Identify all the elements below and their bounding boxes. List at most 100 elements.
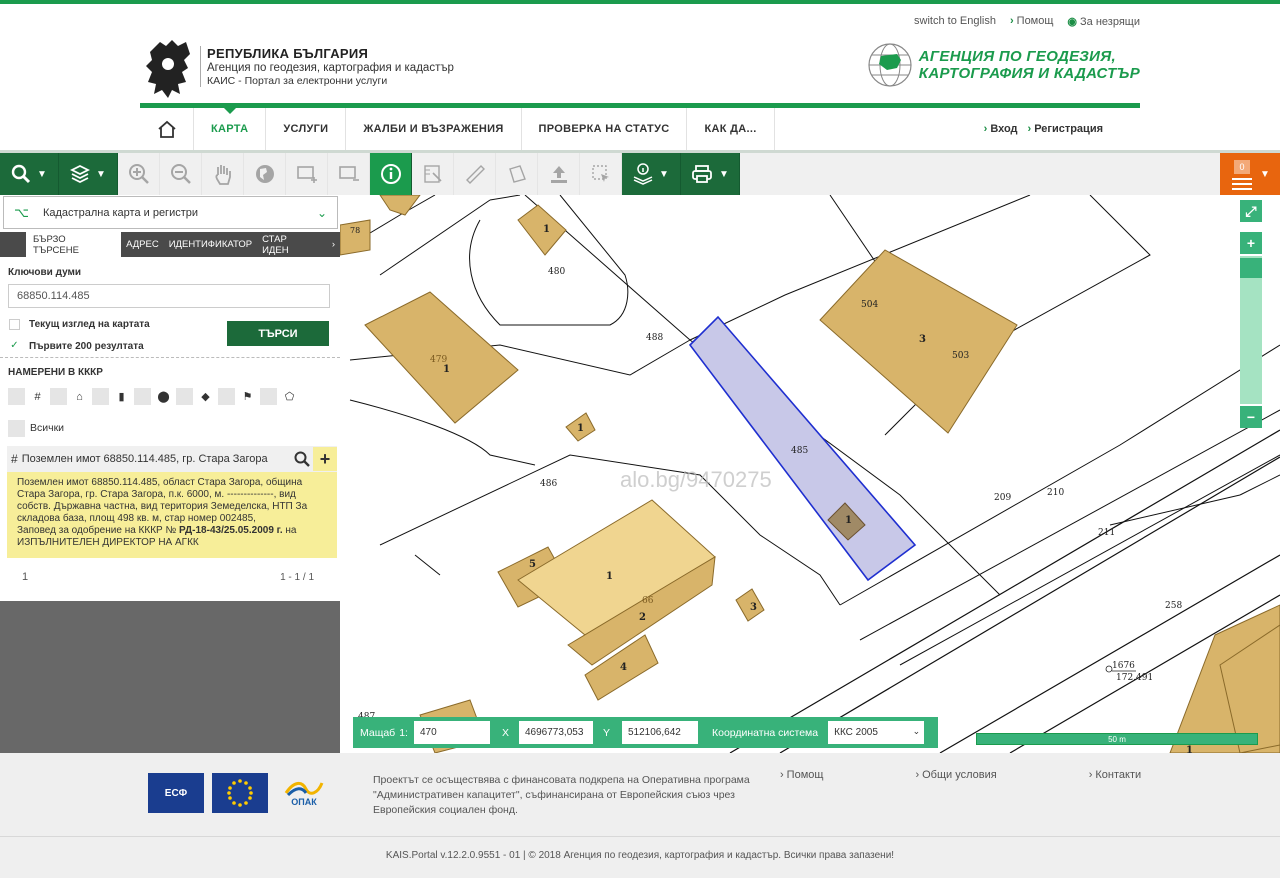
layer-selector[interactable]: ⌥ Кадастрална карта и регистри ⌄	[3, 196, 338, 229]
all-checkbox[interactable]	[8, 420, 25, 437]
tab-quick-search[interactable]: БЪРЗО ТЪРСЕНЕ	[26, 232, 122, 257]
measure-length-tool[interactable]	[454, 153, 496, 195]
filter-toggle[interactable]	[134, 388, 151, 405]
pagination-page[interactable]: 1	[22, 571, 28, 583]
filter-toggle[interactable]	[260, 388, 277, 405]
keywords-input[interactable]: 68850.114.485	[8, 284, 330, 308]
zoom-in-tool[interactable]	[118, 153, 160, 195]
scale-input[interactable]: 470	[413, 721, 490, 744]
current-view-label: Текущ изглед на картата	[29, 319, 150, 330]
footer-terms-link[interactable]: › Общи условия	[915, 769, 1042, 781]
nav-item-how-to[interactable]: КАК ДА...	[687, 108, 775, 150]
zoom-to-result-button[interactable]	[291, 447, 313, 471]
zoom-box-out-tool[interactable]	[328, 153, 370, 195]
login-link[interactable]: › Вход	[984, 123, 1018, 135]
parcel-label: 503	[952, 351, 969, 361]
tabs-next-icon[interactable]: ›	[327, 232, 340, 257]
tab-old-identifier[interactable]: СТАР ИДЕН	[257, 232, 321, 257]
eu-flag-logo	[212, 773, 268, 813]
pan-tool[interactable]	[202, 153, 244, 195]
footer-help-link[interactable]: › Помощ	[780, 769, 869, 781]
filter-toggle[interactable]	[218, 388, 235, 405]
search-icon	[294, 451, 310, 467]
nav-home[interactable]	[140, 108, 194, 150]
first200-checkbox[interactable]: ✓	[9, 341, 20, 352]
switch-language-link[interactable]: switch to English	[914, 15, 996, 28]
accessibility-link[interactable]: ◉ За незрящи	[1067, 15, 1140, 28]
nav-item-services[interactable]: УСЛУГИ	[266, 108, 347, 150]
map-canvas[interactable]: 480 488 504 503 479 485 486 209 210 211 …	[340, 195, 1280, 753]
zoom-in-button[interactable]: +	[1240, 232, 1262, 254]
box-minus-icon	[338, 166, 359, 181]
layer-info-tool[interactable]: ▼	[622, 153, 681, 195]
footer-contacts-link[interactable]: › Контакти	[1089, 769, 1187, 781]
tab-address[interactable]: АДРЕС	[121, 232, 164, 257]
chevron-right-icon: ›	[780, 769, 784, 781]
measure-polygon-tool[interactable]	[496, 153, 538, 195]
building-number: 3	[919, 334, 926, 345]
zoom-box-in-tool[interactable]	[286, 153, 328, 195]
chevron-down-icon: ▼	[37, 168, 47, 180]
zoom-out-tool[interactable]	[160, 153, 202, 195]
coordinate-system-label: Координатна система	[712, 726, 819, 739]
tab-identifier[interactable]: ИДЕНТИФИКАТОР	[164, 232, 257, 257]
zoom-out-button[interactable]: −	[1240, 406, 1262, 428]
parcel-label: 488	[646, 333, 663, 343]
cart-count-badge: 0	[1234, 160, 1251, 174]
filter-toggle[interactable]	[50, 388, 67, 405]
result-type-filters: # ⌂ ▮ ⬤ ◆ ⚑ ⬠	[8, 388, 298, 405]
parcel-label: 258	[1165, 601, 1182, 611]
zoom-slider-handle[interactable]	[1240, 258, 1262, 278]
help-link[interactable]: › Помощ	[1010, 15, 1053, 28]
search-tool-button[interactable]: ▼	[0, 153, 59, 195]
measure-area-tool[interactable]	[412, 153, 454, 195]
filter-toggle[interactable]	[8, 388, 25, 405]
parcel-label: 485	[791, 446, 808, 456]
result-header[interactable]: # Поземлен имот 68850.114.485, гр. Стара…	[7, 446, 337, 472]
zoom-slider[interactable]	[1240, 256, 1262, 404]
search-button[interactable]: ТЪРСИ	[227, 321, 329, 346]
scale-bar-label: 50 m	[1108, 735, 1126, 744]
flag-icon[interactable]: ⚑	[239, 388, 256, 405]
cadastral-map[interactable]: 480 488 504 503 479 485 486 209 210 211 …	[340, 195, 1280, 753]
register-link[interactable]: › Регистрация	[1028, 123, 1103, 135]
nav-item-map[interactable]: КАРТА	[194, 108, 267, 150]
fullscreen-button[interactable]: ⤢	[1240, 200, 1262, 222]
portal-name: КАИС - Портал за електронни услуги	[207, 75, 388, 87]
agency-logo[interactable]: АГЕНЦИЯ ПО ГЕОДЕЗИЯ, КАРТОГРАФИЯ И КАДАС…	[867, 42, 1140, 88]
layers-icon[interactable]: ◆	[197, 388, 214, 405]
current-view-checkbox[interactable]	[9, 319, 20, 330]
esf-logo: ЕСФ	[148, 773, 204, 813]
cart-button[interactable]: 0 ▼	[1220, 153, 1280, 195]
layers-tool-button[interactable]: ▼	[59, 153, 118, 195]
search-panel: ⌥ Кадастрална карта и регистри ⌄ БЪРЗО Т…	[0, 195, 340, 601]
select-tool[interactable]	[580, 153, 622, 195]
print-tool[interactable]: ▼	[681, 153, 740, 195]
chevron-right-icon: ›	[1009, 15, 1014, 27]
grid-icon[interactable]: #	[29, 388, 46, 405]
nav-item-status-check[interactable]: ПРОВЕРКА НА СТАТУС	[522, 108, 688, 150]
filter-toggle[interactable]	[176, 388, 193, 405]
coordinate-system-select[interactable]: ККС 2005 ⌄	[828, 721, 925, 744]
y-label: Y	[602, 726, 610, 739]
nav-item-complaints[interactable]: ЖАЛБИ И ВЪЗРАЖЕНИЯ	[346, 108, 522, 150]
upload-tool[interactable]	[538, 153, 580, 195]
grid-icon: #	[11, 452, 18, 466]
y-coordinate-field[interactable]: 512106,642	[622, 721, 698, 744]
full-extent-tool[interactable]	[244, 153, 286, 195]
chevron-right-icon: ›	[983, 123, 988, 135]
house-icon[interactable]: ⌂	[71, 388, 88, 405]
select-icon	[591, 165, 609, 182]
filter-toggle[interactable]	[92, 388, 109, 405]
location-pin-icon[interactable]: ⬤	[155, 388, 172, 405]
identify-tool[interactable]	[370, 153, 412, 195]
add-to-cart-button[interactable]: +	[313, 447, 337, 471]
x-coordinate-field[interactable]: 4696773,053	[518, 721, 593, 744]
building-icon[interactable]: ▮	[113, 388, 130, 405]
parcel-label: 504	[861, 300, 878, 310]
hand-icon	[214, 165, 231, 185]
polygon-icon[interactable]: ⬠	[281, 388, 298, 405]
top-accent-bar	[0, 0, 1280, 4]
parcel-label: 209	[994, 493, 1011, 503]
project-notice: Проектът се осъществява с финансовата по…	[373, 774, 750, 816]
